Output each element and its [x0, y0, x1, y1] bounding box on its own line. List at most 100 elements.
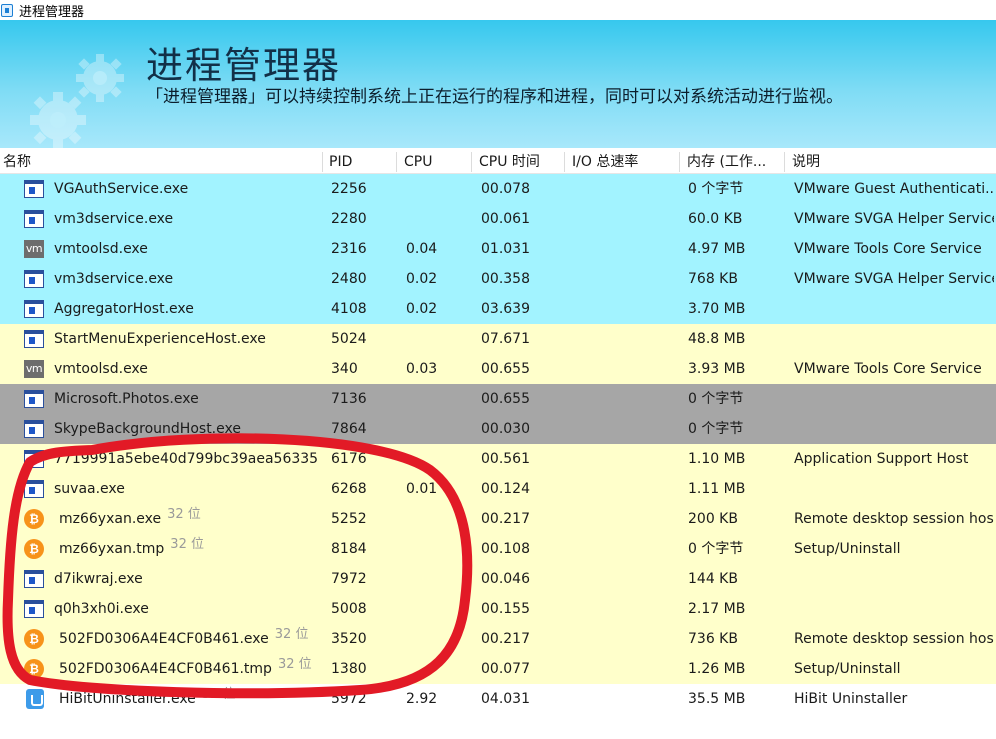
process-name-cell: mz66yxan.exe 32 位: [59, 504, 323, 534]
bitcoin-icon: ₿: [24, 509, 44, 529]
process-name-cell: 502FD0306A4E4CF0B461.tmp 32 位: [59, 654, 323, 684]
table-row[interactable]: VGAuthService.exe 2256 00.078 0 个字节 VMware G…: [0, 174, 996, 204]
process-cpu: [406, 204, 466, 234]
process-pid: 7864: [331, 421, 367, 437]
process-name-cell: q0h3xh0i.exe: [54, 594, 318, 624]
process-pid: 3520: [331, 631, 367, 647]
process-memory: 144 KB: [688, 571, 738, 587]
window-icon: [24, 210, 44, 228]
process-name-cell: 7719991a5ebe40d799bc39aea56335db...: [54, 444, 318, 474]
process-name: suvaa.exe: [54, 481, 125, 497]
process-cpu: 0.02: [406, 301, 438, 317]
app-icon: [1, 3, 13, 17]
process-name: vmtoolsd.exe: [54, 241, 148, 257]
process-cpu-time: 00.155: [481, 601, 530, 617]
table-row[interactable]: SkypeBackgroundHost.exe 7864 00.030 0 个字节: [0, 414, 996, 444]
banner-description: 「进程管理器」可以持续控制系统上正在运行的程序和进程，同时可以对系统活动进行监视…: [146, 87, 843, 107]
process-description: [794, 324, 994, 354]
table-row[interactable]: ₿ mz66yxan.exe 32 位 5252 00.217 200 KB Remote …: [0, 504, 996, 534]
process-name-cell: vmtoolsd.exe: [54, 354, 318, 384]
process-name-cell: HiBitUninstaller.exe 32 位: [59, 684, 323, 714]
process-name: mz66yxan.tmp: [59, 541, 165, 557]
table-row[interactable]: AggregatorHost.exe 4108 0.02 03.639 3.70 MB: [0, 294, 996, 324]
column-header-pid[interactable]: PID: [326, 150, 396, 174]
table-row[interactable]: HiBitUninstaller.exe 32 位 5972 2.92 04.031 35…: [0, 684, 996, 714]
arch-suffix: 32 位: [277, 657, 312, 672]
hibit-icon: [26, 689, 44, 709]
process-cpu: [406, 174, 466, 204]
process-pid: 5008: [331, 601, 367, 617]
process-memory: 736 KB: [688, 631, 738, 647]
process-description: VMware Guest Authenticati...: [794, 181, 994, 197]
process-pid: 2280: [331, 211, 367, 227]
process-name: SkypeBackgroundHost.exe: [54, 421, 241, 437]
column-header-memory[interactable]: 内存 (工作...: [684, 150, 780, 174]
process-description: [794, 414, 994, 444]
column-separator[interactable]: [564, 152, 565, 172]
process-description: Application Support Host: [794, 451, 969, 467]
table-row[interactable]: vm3dservice.exe 2280 00.061 60.0 KB VMware S…: [0, 204, 996, 234]
column-separator[interactable]: [396, 152, 397, 172]
process-memory: 0 个字节: [688, 181, 744, 197]
column-header-description[interactable]: 说明: [789, 150, 989, 174]
table-row[interactable]: vm vmtoolsd.exe 2316 0.04 01.031 4.97 MB VMwar…: [0, 234, 996, 264]
process-name-cell: AggregatorHost.exe: [54, 294, 318, 324]
arch-suffix: 32 位: [167, 507, 201, 522]
process-description: VMware Tools Core Service: [794, 241, 982, 257]
column-header: 名称 PID CPU CPU 时间 I/O 总速率 内存 (工作... 说明: [0, 150, 996, 174]
window-icon: [24, 270, 44, 288]
process-pid: 2480: [331, 271, 367, 287]
column-separator[interactable]: [471, 152, 472, 172]
table-row[interactable]: StartMenuExperienceHost.exe 5024 07.671 48.…: [0, 324, 996, 354]
table-row[interactable]: vm vmtoolsd.exe 340 0.03 00.655 3.93 MB VMware…: [0, 354, 996, 384]
column-header-cpu-time[interactable]: CPU 时间: [476, 150, 562, 174]
table-row[interactable]: Microsoft.Photos.exe 7136 00.655 0 个字节: [0, 384, 996, 414]
process-cpu: 0.01: [406, 481, 438, 497]
process-pid: 2316: [331, 241, 367, 257]
process-cpu: 2.92: [406, 691, 438, 707]
window-icon: [24, 180, 44, 198]
process-name: Microsoft.Photos.exe: [54, 391, 199, 407]
table-row[interactable]: ₿ 502FD0306A4E4CF0B461.exe 32 位 3520 00.217 7…: [0, 624, 996, 654]
process-cpu-time: 00.108: [481, 541, 530, 557]
column-header-name[interactable]: 名称: [0, 150, 322, 174]
process-memory: 3.93 MB: [688, 361, 746, 377]
process-cpu: 0.04: [406, 241, 438, 257]
table-row[interactable]: suvaa.exe 6268 0.01 00.124 1.11 MB: [0, 474, 996, 504]
process-cpu: [406, 324, 466, 354]
table-row[interactable]: vm3dservice.exe 2480 0.02 00.358 768 KB VMwar…: [0, 264, 996, 294]
table-row[interactable]: d7ikwraj.exe 7972 00.046 144 KB: [0, 564, 996, 594]
column-separator[interactable]: [322, 152, 323, 172]
process-description: Remote desktop session hos...: [794, 511, 994, 527]
process-memory: 60.0 KB: [688, 211, 743, 227]
process-cpu: [406, 444, 466, 474]
process-name: VGAuthService.exe: [54, 181, 189, 197]
process-cpu-time: 03.639: [481, 301, 530, 317]
column-separator[interactable]: [679, 152, 680, 172]
column-header-cpu[interactable]: CPU: [401, 150, 471, 174]
process-pid: 5972: [331, 691, 367, 707]
table-row[interactable]: ₿ 502FD0306A4E4CF0B461.tmp 32 位 1380 00.077 1…: [0, 654, 996, 684]
table-row[interactable]: 7719991a5ebe40d799bc39aea56335db... 6176 0…: [0, 444, 996, 474]
process-cpu: 0.03: [406, 361, 438, 377]
table-row[interactable]: q0h3xh0i.exe 5008 00.155 2.17 MB: [0, 594, 996, 624]
column-separator[interactable]: [784, 152, 785, 172]
process-cpu: 0.02: [406, 271, 438, 287]
process-name-cell: Microsoft.Photos.exe: [54, 384, 318, 414]
process-cpu-time: 00.561: [481, 451, 530, 467]
banner-title: 进程管理器: [146, 44, 341, 87]
process-description: Setup/Uninstall: [794, 541, 901, 557]
process-pid: 340: [331, 361, 358, 377]
process-name: 7719991a5ebe40d799bc39aea56335db...: [54, 451, 318, 467]
column-header-io-rate[interactable]: I/O 总速率: [569, 150, 677, 174]
window-icon: [24, 390, 44, 408]
bitcoin-icon: ₿: [24, 539, 44, 559]
process-description: Remote desktop session hos...: [794, 631, 994, 647]
process-name: vm3dservice.exe: [54, 271, 174, 287]
process-cpu: [406, 654, 466, 684]
arch-suffix: 32 位: [201, 687, 236, 702]
process-description: [794, 384, 994, 414]
process-description: HiBit Uninstaller: [794, 691, 908, 707]
table-row[interactable]: ₿ mz66yxan.tmp 32 位 8184 00.108 0 个字节 Setup/Un…: [0, 534, 996, 564]
process-memory: 768 KB: [688, 271, 738, 287]
